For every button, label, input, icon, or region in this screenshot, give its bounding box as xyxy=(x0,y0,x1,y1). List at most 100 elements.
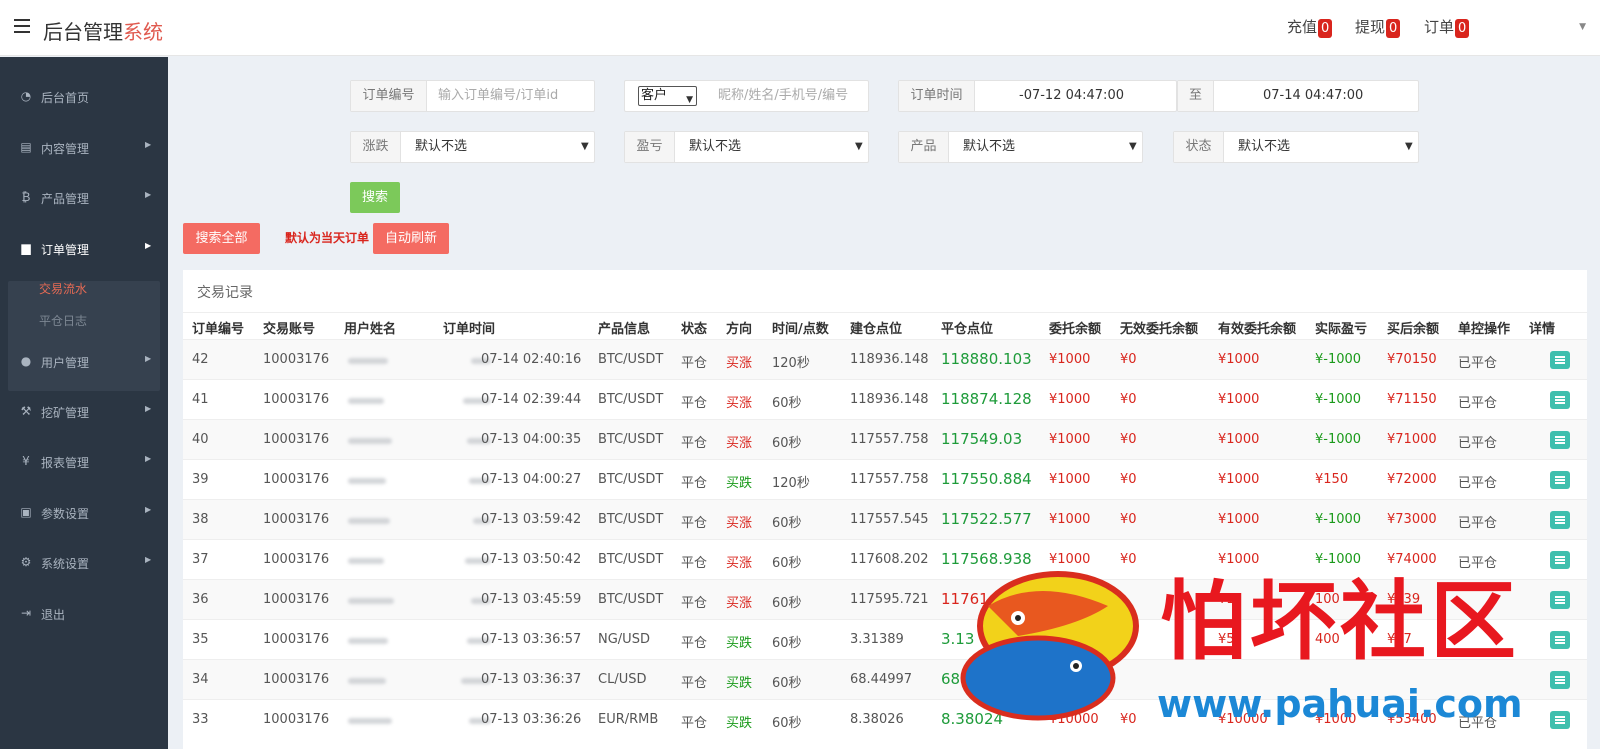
product-label: 产品 xyxy=(899,132,949,162)
sidebar-item-1[interactable]: ▤ 内容管理 ▶ xyxy=(0,136,168,160)
profit-select[interactable]: 默认不选 xyxy=(689,132,741,162)
detail-list-icon[interactable] xyxy=(1550,351,1570,369)
cell-duration: 60秒 xyxy=(772,436,802,451)
sidebar-item-4[interactable]: ● 用户管理 ▶ xyxy=(0,350,168,374)
order-link[interactable]: 订单 0 xyxy=(1424,16,1470,38)
cell-open-price: 68.44997 xyxy=(850,672,913,687)
pickaxe-icon: ⚒ xyxy=(20,404,32,418)
detail-list-icon[interactable] xyxy=(1550,431,1570,449)
cell-pnl: ¥-1000 xyxy=(1315,352,1362,367)
column-header: 订单编号 xyxy=(192,322,245,337)
status-select[interactable]: 默认不选 xyxy=(1238,132,1290,162)
detail-list-icon[interactable] xyxy=(1550,511,1570,529)
sidebar-item-7[interactable]: ▣ 参数设置 ▶ xyxy=(0,501,168,525)
panel-title: 交易记录 xyxy=(197,285,253,301)
cell-balance-after: ¥73000 xyxy=(1387,512,1437,527)
cell-control: 已平仓 xyxy=(1458,356,1498,371)
order-time-group: 订单时间 -07-12 04:47:00 xyxy=(898,80,1177,112)
table-row[interactable]: 40 10003176 07-13 04:00:35 BTC/USDT 平仓 买涨 60秒 1… xyxy=(183,419,1587,460)
column-header: 产品信息 xyxy=(598,322,651,337)
detail-list-icon[interactable] xyxy=(1550,631,1570,649)
cell-entrust: ¥1000 xyxy=(1049,552,1091,567)
cell-open-price: 8.38026 xyxy=(850,712,904,727)
sidebar-item-label: 后台首页 xyxy=(41,91,90,105)
auto-refresh-button[interactable]: 自动刷新 xyxy=(373,223,449,254)
search-all-button[interactable]: 搜索全部 xyxy=(183,223,260,254)
cell-order-time: 07-13 03:50:42 xyxy=(481,552,582,567)
sidebar-item-8[interactable]: ⚙ 系统设置 ▶ xyxy=(0,551,168,575)
gears-icon: ⚙ xyxy=(20,555,32,569)
cell-direction: 买涨 xyxy=(726,556,753,571)
table-row[interactable]: 42 10003176 07-14 02:40:16 BTC/USDT 平仓 买涨 120秒… xyxy=(183,339,1587,380)
cell-close-price: 118880.103 xyxy=(941,350,1032,368)
cell-pnl: ¥-1000 xyxy=(1315,392,1362,407)
detail-list-icon[interactable] xyxy=(1550,711,1570,729)
sidebar-subitem-0[interactable]: 交易流水 xyxy=(39,280,87,297)
sidebar-item-label: 订单管理 xyxy=(41,243,90,257)
cell-entrust: ¥1000 xyxy=(1049,472,1091,487)
detail-list-icon[interactable] xyxy=(1550,471,1570,489)
watermark-fish-logo xyxy=(960,571,1139,721)
redacted-username xyxy=(348,678,386,684)
cell-balance-after: ¥70150 xyxy=(1387,352,1437,367)
yen-icon: ¥ xyxy=(22,454,30,468)
sidebar-item-label: 用户管理 xyxy=(41,356,90,370)
menu-toggle-icon[interactable] xyxy=(14,19,30,33)
table-row[interactable]: 38 10003176 07-13 03:59:42 BTC/USDT 平仓 买涨 60秒 1… xyxy=(183,499,1587,540)
status-label: 状态 xyxy=(1174,132,1224,162)
sidebar-item-9[interactable]: ⇥ 退出 xyxy=(0,602,168,626)
search-button[interactable]: 搜索 xyxy=(350,182,400,213)
bitcoin-icon: ₿ xyxy=(21,190,31,204)
detail-list-icon[interactable] xyxy=(1550,551,1570,569)
cell-duration: 60秒 xyxy=(772,556,802,571)
cell-control: 已平仓 xyxy=(1458,516,1498,531)
cell-pnl: ¥150 xyxy=(1315,472,1349,487)
recharge-label: 充值 xyxy=(1287,18,1318,36)
cell-order-id: 37 xyxy=(192,552,209,567)
table-row[interactable]: 39 10003176 07-13 04:00:27 BTC/USDT 平仓 买跌 120秒… xyxy=(183,459,1587,500)
chevron-down-icon: ▼ xyxy=(1405,141,1413,152)
sidebar-item-3[interactable]: ▆ 订单管理 ▶ xyxy=(0,237,168,261)
withdraw-badge: 0 xyxy=(1386,19,1401,38)
cell-open-price: 3.31389 xyxy=(850,632,904,647)
withdraw-link[interactable]: 提现 0 xyxy=(1355,16,1401,38)
customer-select[interactable]: 客户 ▼ xyxy=(638,86,697,106)
cell-product: BTC/USDT xyxy=(598,392,664,407)
sidebar-item-6[interactable]: ¥ 报表管理 ▶ xyxy=(0,450,168,474)
sidebar-item-5[interactable]: ⚒ 挖矿管理 ▶ xyxy=(0,400,168,424)
detail-list-icon[interactable] xyxy=(1550,391,1570,409)
order-no-label: 订单编号 xyxy=(351,81,427,111)
logout-icon: ⇥ xyxy=(20,606,32,620)
sidebar-item-0[interactable]: ◔ 后台首页 xyxy=(0,85,168,109)
chevron-down-icon: ▼ xyxy=(1579,22,1586,32)
cell-order-time: 07-13 03:36:37 xyxy=(481,672,582,687)
detail-list-icon[interactable] xyxy=(1550,671,1570,689)
column-header: 时间/点数 xyxy=(772,322,829,337)
time-start-input[interactable]: -07-12 04:47:00 xyxy=(1019,81,1124,111)
time-end-input[interactable]: 07-14 04:47:00 xyxy=(1263,81,1363,111)
sidebar-item-2[interactable]: ₿ 产品管理 ▶ xyxy=(0,186,168,210)
column-header: 交易账号 xyxy=(263,322,316,337)
order-badge: 0 xyxy=(1455,19,1470,38)
cell-order-time: 07-13 03:36:26 xyxy=(481,712,582,727)
watermark-url: www.pahuai.com xyxy=(1157,682,1523,726)
cell-balance-after: ¥71000 xyxy=(1387,432,1437,447)
user-dropdown[interactable]: ▼ xyxy=(1488,14,1588,42)
order-no-input[interactable]: 输入订单编号/订单id xyxy=(438,81,558,111)
cell-control: 已平仓 xyxy=(1458,436,1498,451)
cell-status: 平仓 xyxy=(681,516,708,531)
rise-fall-select[interactable]: 默认不选 xyxy=(415,132,467,162)
cell-product: EUR/RMB xyxy=(598,712,659,727)
table-row[interactable]: 41 10003176 07-14 02:39:44 BTC/USDT 平仓 买涨 60秒 1… xyxy=(183,379,1587,420)
customer-input[interactable]: 昵称/姓名/手机号/编号 xyxy=(718,81,848,111)
cell-invalid-entrust: ¥0 xyxy=(1120,472,1137,487)
product-select[interactable]: 默认不选 xyxy=(963,132,1015,162)
recharge-link[interactable]: 充值 0 xyxy=(1287,16,1333,38)
cell-entrust: ¥1000 xyxy=(1049,512,1091,527)
cell-valid-entrust: ¥1000 xyxy=(1218,392,1260,407)
sidebar-subitem-1[interactable]: 平仓日志 xyxy=(39,312,87,329)
column-header: 委托余额 xyxy=(1049,322,1102,337)
cell-direction: 买跌 xyxy=(726,476,753,491)
detail-list-icon[interactable] xyxy=(1550,591,1570,609)
order-label: 订单 xyxy=(1424,18,1455,36)
